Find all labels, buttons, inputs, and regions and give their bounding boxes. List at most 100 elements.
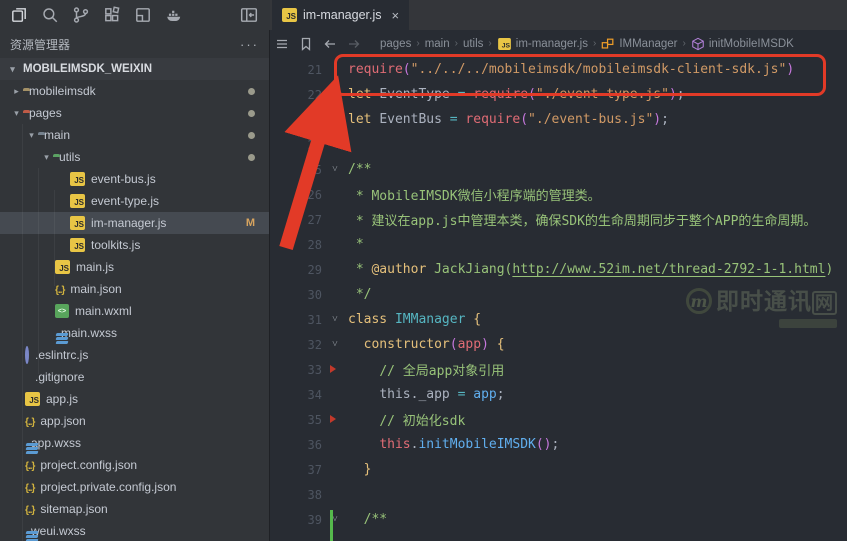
- code-text: class IMManager {: [348, 312, 482, 327]
- line-number: 26: [307, 187, 322, 202]
- tree-item-label: sitemap.json: [40, 502, 108, 516]
- code-line-26[interactable]: 26 * MobileIMSDK微信小程序端的管理类。: [270, 182, 847, 207]
- code-line-22[interactable]: 22 let EventType = require("./event-type.…: [270, 82, 847, 107]
- toggle-sidebar-icon[interactable]: [238, 4, 260, 26]
- line-number: 32: [307, 337, 322, 352]
- tree-item-project-private-config-json[interactable]: {..} project.private.config.json: [0, 476, 269, 498]
- tree-item-sitemap-json[interactable]: {..} sitemap.json: [0, 498, 269, 520]
- tree-item-main-wxml[interactable]: <> main.wxml: [0, 300, 269, 322]
- json-file-icon: {..}: [25, 483, 35, 494]
- json-file-icon: {..}: [25, 461, 35, 472]
- extensions-icon[interactable]: [101, 4, 123, 26]
- tree-item-label: event-bus.js: [91, 172, 156, 186]
- tree-item--gitignore[interactable]: .gitignore: [0, 366, 269, 388]
- js-file-icon: JS: [70, 238, 85, 252]
- tree-item-main-js[interactable]: JS main.js: [0, 256, 269, 278]
- code-text: // 全局app对象引用: [379, 364, 505, 379]
- breadcrumb-item-im-manager.js[interactable]: JS im-manager.js: [497, 37, 588, 51]
- tree-item-label: .eslintrc.js: [35, 348, 89, 362]
- tree-item-toolkits-js[interactable]: JS toolkits.js: [0, 234, 269, 256]
- explorer-more-icon[interactable]: ···: [240, 37, 259, 52]
- chevron-right-icon: ▸: [14, 85, 19, 96]
- breadcrumb-separator: ›: [682, 38, 686, 49]
- nav-forward-icon[interactable]: [342, 36, 366, 52]
- tree-item-event-type-js[interactable]: JS event-type.js: [0, 190, 269, 212]
- code-line-36[interactable]: 36 this.initMobileIMSDK();: [270, 432, 847, 457]
- tree-item-label: main.js: [76, 260, 115, 274]
- modified-dot-badge: [248, 153, 255, 161]
- line-number: 39: [307, 512, 322, 527]
- fold-chevron-icon[interactable]: ˅: [322, 339, 348, 350]
- code-line-24[interactable]: 24: [270, 132, 847, 157]
- js-file-icon: JS: [70, 194, 85, 208]
- line-number: 31: [307, 312, 322, 327]
- tree-item-main[interactable]: ▾ main: [0, 124, 269, 146]
- code-line-21[interactable]: 21 require("../../../mobileimsdk/mobileim…: [270, 57, 847, 82]
- tree-item--eslintrc-js[interactable]: .eslintrc.js: [0, 344, 269, 366]
- tree-item-weui-wxss[interactable]: weui.wxss: [0, 520, 269, 541]
- code-line-25[interactable]: 25 ˅/**: [270, 157, 847, 182]
- fold-chevron-icon[interactable]: ˅: [322, 314, 348, 325]
- fold-chevron-icon[interactable]: ˅: [322, 514, 348, 525]
- tree-item-app-wxss[interactable]: app.wxss: [0, 432, 269, 454]
- project-root-row[interactable]: ▾ MOBILEIMSDK_WEIXIN: [0, 58, 269, 80]
- tree-item-project-config-json[interactable]: {..} project.config.json: [0, 454, 269, 476]
- docker-icon[interactable]: [163, 4, 185, 26]
- nav-back-icon[interactable]: [318, 36, 342, 52]
- indent-guide: [22, 124, 23, 541]
- files-icon[interactable]: [8, 4, 30, 26]
- code-line-37[interactable]: 37 }: [270, 457, 847, 482]
- tree-item-label: app.wxss: [31, 436, 82, 450]
- tree-item-app-json[interactable]: {..} app.json: [0, 410, 269, 432]
- bookmark-icon[interactable]: [294, 36, 318, 52]
- json-file-icon: {..}: [55, 285, 65, 296]
- chevron-down-icon: ▾: [14, 107, 19, 118]
- tree-item-app-js[interactable]: JS app.js: [0, 388, 269, 410]
- code-line-28[interactable]: 28 *: [270, 232, 847, 257]
- line-number: 27: [307, 212, 322, 227]
- code-line-30[interactable]: 30 */: [270, 282, 847, 307]
- tree-item-pages[interactable]: ▾ pages: [0, 102, 269, 124]
- code-line-31[interactable]: 31 ˅ class IMManager {: [270, 307, 847, 332]
- code-text: /**: [363, 512, 388, 527]
- tree-item-event-bus-js[interactable]: JS event-bus.js: [0, 168, 269, 190]
- code-line-27[interactable]: 27 * 建议在app.js中管理本类，确保SDK的生命周期同步于整个APP的生…: [270, 207, 847, 232]
- tree-item-label: project.config.json: [40, 458, 138, 472]
- code-editor[interactable]: 21 require("../../../mobileimsdk/mobileim…: [270, 57, 847, 541]
- code-line-29[interactable]: 29 * @author JackJiang(http://www.52im.n…: [270, 257, 847, 282]
- code-line-32[interactable]: 32 ˅ constructor(app) {: [270, 332, 847, 357]
- code-line-23[interactable]: 23 let EventBus = require("./event-bus.js…: [270, 107, 847, 132]
- code-line-39[interactable]: 39 ˅ /**: [270, 507, 847, 532]
- source-control-icon[interactable]: [70, 4, 92, 26]
- breadcrumb-bar: pages › main › utils › JS im-manager.js › IMManag…: [270, 30, 847, 57]
- tree-item-mobileimsdk[interactable]: ▸ mobileimsdk: [0, 80, 269, 102]
- code-line-33[interactable]: 33 // 全局app对象引用: [270, 357, 847, 382]
- code-line-38[interactable]: 38: [270, 482, 847, 507]
- tree-item-utils[interactable]: ▾ utils: [0, 146, 269, 168]
- code-line-34[interactable]: 34 this._app = app;: [270, 382, 847, 407]
- breadcrumb: pages › main › utils › JS im-manager.js › IMManag…: [380, 37, 794, 51]
- file-tree: ▸ mobileimsdk ▾ pages ▾ main ▾ utils JS event-bus…: [0, 80, 269, 541]
- outline-list-icon[interactable]: [270, 36, 294, 52]
- indent-guide: [38, 168, 39, 374]
- breadcrumb-item-utils[interactable]: utils: [463, 38, 483, 50]
- indent-guide: [54, 190, 55, 286]
- breadcrumb-item-initmobileimsdk[interactable]: initMobileIMSDK: [691, 37, 794, 51]
- search-icon[interactable]: [39, 4, 61, 26]
- code-text: */: [348, 287, 372, 302]
- breadcrumb-item-immanager[interactable]: IMManager: [601, 37, 678, 51]
- box-icon[interactable]: [132, 4, 154, 26]
- code-line-35[interactable]: 35 // 初始化sdk: [270, 407, 847, 432]
- line-number: 21: [307, 62, 322, 77]
- line-number: 28: [307, 237, 322, 252]
- close-icon[interactable]: ×: [392, 8, 400, 23]
- breadcrumb-item-main[interactable]: main: [425, 38, 450, 50]
- modified-dot-badge: [248, 109, 255, 117]
- tree-item-im-manager-js[interactable]: JS im-manager.js M: [0, 212, 269, 234]
- tree-item-main-json[interactable]: {..} main.json: [0, 278, 269, 300]
- fold-chevron-icon[interactable]: ˅: [322, 164, 348, 175]
- tree-item-main-wxss[interactable]: main.wxss: [0, 322, 269, 344]
- modified-dot-badge: [248, 87, 255, 95]
- tab-im-manager[interactable]: JS im-manager.js ×: [272, 0, 410, 30]
- breadcrumb-item-pages[interactable]: pages: [380, 38, 411, 50]
